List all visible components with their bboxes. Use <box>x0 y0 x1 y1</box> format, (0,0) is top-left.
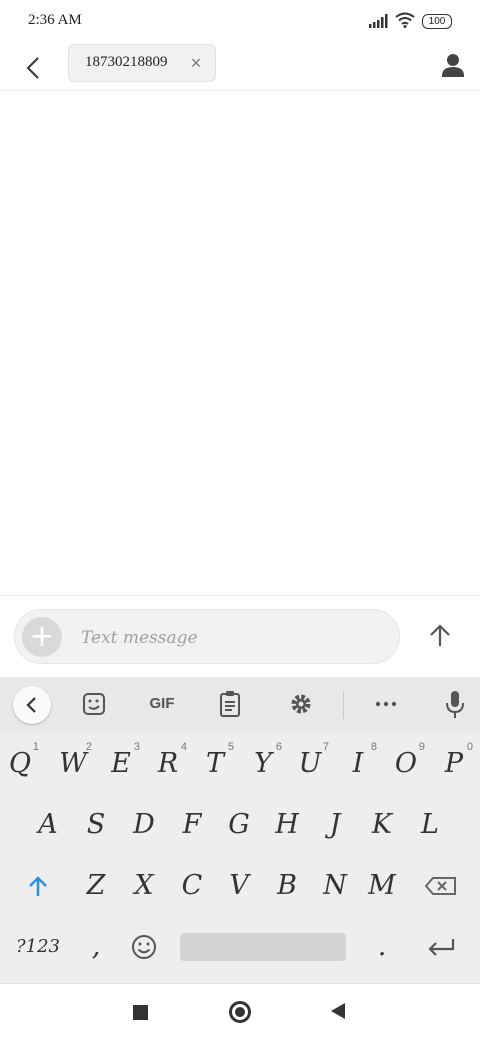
send-button[interactable] <box>424 618 456 654</box>
key-d[interactable]: D <box>124 799 164 851</box>
keyboard: GIF Q 1 W 2 E 3 R 4 T 5 Y 6 U 7 I 8 O 9 … <box>0 677 480 983</box>
emoji-icon <box>132 935 156 959</box>
more-dots-icon <box>375 701 397 707</box>
home-inner-dot <box>235 1007 245 1017</box>
enter-icon <box>428 939 455 956</box>
close-icon[interactable]: × <box>185 51 207 75</box>
key-w[interactable]: W2 <box>53 738 93 790</box>
key-k[interactable]: K <box>362 799 402 851</box>
status-bar: 2:36 AM 100 <box>0 0 480 44</box>
key-e[interactable]: E3 <box>101 738 141 790</box>
toolbar-divider <box>343 691 344 719</box>
key-g[interactable]: G <box>219 799 259 851</box>
key-y[interactable]: Y6 <box>243 738 283 790</box>
voice-input-button[interactable] <box>437 687 473 721</box>
clipboard-icon <box>220 691 240 717</box>
shift-key[interactable] <box>18 860 58 912</box>
settings-button[interactable] <box>283 687 319 721</box>
key-v[interactable]: V <box>219 860 259 912</box>
recents-square-icon[interactable] <box>133 1005 148 1020</box>
key-t[interactable]: T5 <box>195 738 235 790</box>
back-triangle-icon[interactable] <box>331 1003 345 1019</box>
key-b[interactable]: B <box>267 860 307 912</box>
plus-icon[interactable]: + <box>22 617 62 657</box>
key-p[interactable]: P0 <box>434 738 474 790</box>
divider <box>0 595 480 596</box>
recipient-chip[interactable]: 18730218809 × <box>68 44 216 82</box>
key-j[interactable]: J <box>315 799 355 851</box>
more-button[interactable] <box>368 687 404 721</box>
key-h[interactable]: H <box>267 799 307 851</box>
wifi-icon <box>395 12 415 28</box>
key-f[interactable]: F <box>172 799 212 851</box>
key-c[interactable]: C <box>172 860 212 912</box>
clipboard-button[interactable] <box>212 687 248 721</box>
sticker-button[interactable] <box>76 687 112 721</box>
backspace-key[interactable] <box>421 860 461 912</box>
key-m[interactable]: M <box>362 860 402 912</box>
gear-icon <box>291 694 311 714</box>
message-thread-area <box>0 91 480 595</box>
space-key[interactable] <box>180 933 346 961</box>
home-circle-icon[interactable] <box>229 1001 251 1023</box>
contact-person-icon <box>442 54 464 77</box>
back-button[interactable] <box>20 50 48 86</box>
contact-button[interactable] <box>438 50 468 84</box>
key-z[interactable]: Z <box>76 860 116 912</box>
key-n[interactable]: N <box>315 860 355 912</box>
key-s[interactable]: S <box>76 799 116 851</box>
period-key[interactable]: . <box>362 921 402 973</box>
key-u[interactable]: U7 <box>290 738 330 790</box>
text-message-input[interactable] <box>79 620 383 656</box>
key-x[interactable]: X <box>124 860 164 912</box>
chevron-left-icon <box>26 697 36 713</box>
symbols-key[interactable]: ?123 <box>16 921 60 973</box>
comma-key[interactable]: , <box>76 921 116 973</box>
conversation-header: 18730218809 × <box>0 44 480 91</box>
signal-icon <box>369 14 388 28</box>
back-arrow-icon <box>26 57 39 79</box>
microphone-icon <box>446 691 464 718</box>
shift-arrow-icon <box>29 876 47 896</box>
key-q[interactable]: Q1 <box>0 738 40 790</box>
send-arrow-up-icon <box>430 624 450 646</box>
collapse-toolbar-button[interactable] <box>13 686 51 724</box>
key-a[interactable]: A <box>28 799 68 851</box>
key-l[interactable]: L <box>410 799 450 851</box>
sticker-icon <box>83 693 105 715</box>
navigation-bar <box>0 983 480 1041</box>
battery-icon: 100 <box>422 14 452 29</box>
key-r[interactable]: R4 <box>148 738 188 790</box>
compose-field: + <box>14 609 400 664</box>
key-o[interactable]: O9 <box>386 738 426 790</box>
backspace-icon <box>424 877 456 895</box>
key-i[interactable]: I8 <box>338 738 378 790</box>
keyboard-toolbar: GIF <box>0 677 480 731</box>
emoji-key[interactable] <box>124 921 164 973</box>
enter-key[interactable] <box>421 921 461 973</box>
status-time: 2:36 AM <box>28 12 82 28</box>
gif-icon[interactable]: GIF <box>142 687 182 721</box>
recipient-number: 18730218809 <box>85 54 168 70</box>
